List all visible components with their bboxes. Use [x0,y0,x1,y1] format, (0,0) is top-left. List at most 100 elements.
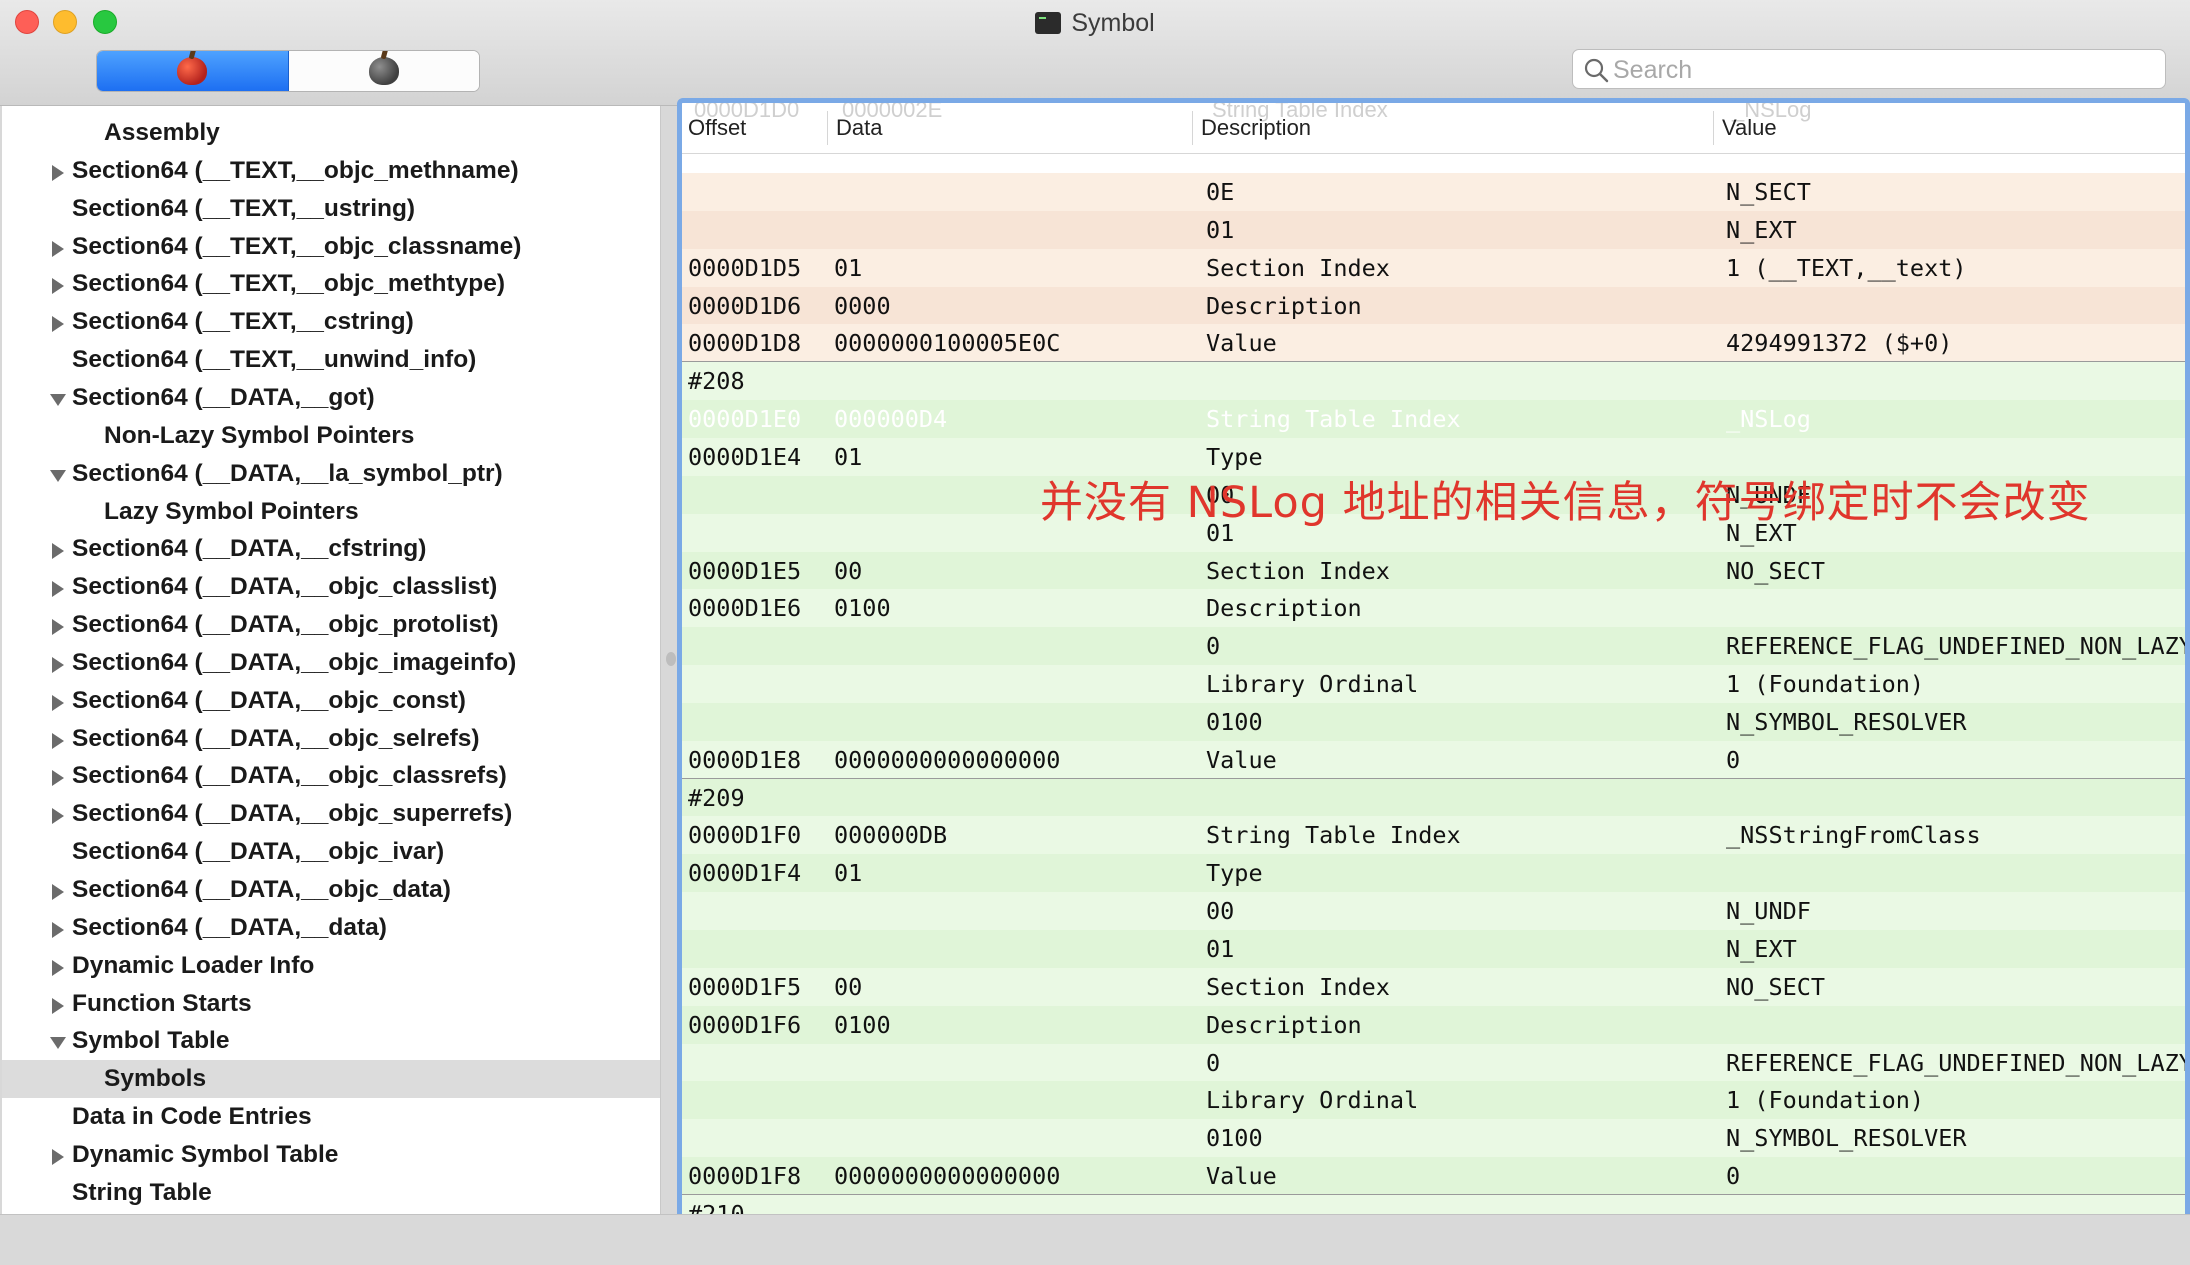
sidebar-item-label: Section64 (__DATA,__la_symbol_ptr) [72,459,503,487]
table-row[interactable]: 01 N_EXT [682,210,2185,249]
table-row[interactable]: 01 N_EXT [682,930,2185,968]
sidebar-item[interactable]: Section64 (__DATA,__objc_superrefs) [2,795,660,833]
column-header-description[interactable]: Description [1195,113,1311,143]
sidebar-item-label: Symbols [104,1065,207,1093]
sidebar-item[interactable]: Data in Code Entries [2,1098,660,1136]
table-row[interactable]: #209 [682,778,2185,817]
sidebar-item[interactable]: Symbol Table [2,1022,660,1060]
table-row[interactable]: 0000D1E0 000000D4 String Table Index _NSLog [682,400,2185,439]
segment-raw-button[interactable] [97,51,289,91]
cell-data: 0000000000000000 [834,1162,1061,1191]
sidebar-item[interactable]: Section64 (__DATA,__data) [2,909,660,947]
disclosure-collapsed-icon[interactable] [52,884,64,900]
sidebar-item[interactable]: Section64 (__DATA,__objc_classlist) [2,568,660,606]
cell-value: _NSLog [1726,405,1811,434]
column-header-value[interactable]: Value [1716,113,1777,143]
sidebar-item[interactable]: Dynamic Loader Info [2,947,660,985]
sidebar-item[interactable]: Section64 (__TEXT,__unwind_info) [2,341,660,379]
sidebar-item[interactable]: Section64 (__DATA,__objc_data) [2,871,660,909]
sidebar-item[interactable]: Section64 (__DATA,__got) [2,379,660,417]
table-row[interactable]: 0100 N_SYMBOL_RESOLVER [682,1119,2185,1158]
sidebar-item-label: Function Starts [72,989,252,1017]
table-row[interactable]: 0100 N_SYMBOL_RESOLVER [682,702,2185,741]
sidebar-item[interactable]: Lazy Symbol Pointers [2,493,660,531]
sidebar-item[interactable]: Section64 (__TEXT,__objc_methtype) [2,265,660,303]
sidebar-item[interactable]: Assembly [2,114,660,152]
disclosure-collapsed-icon[interactable] [52,921,64,938]
disclosure-collapsed-icon[interactable] [52,240,64,257]
disclosure-collapsed-icon[interactable] [52,959,64,976]
table-row[interactable]: 0000D1D5 01 Section Index 1 (__TEXT,__text) [682,248,2185,287]
disclosure-collapsed-icon[interactable] [52,164,64,181]
cell-desc: String Table Index [1206,821,1461,850]
segment-rva-button[interactable] [288,51,479,91]
sidebar-item[interactable]: Dynamic Symbol Table [2,1136,660,1174]
table-row[interactable]: 0000D1E8 0000000000000000 Value 0 [682,740,2185,779]
disclosure-collapsed-icon[interactable] [52,656,64,673]
sidebar-item[interactable]: Section64 (__DATA,__objc_classrefs) [2,757,660,795]
table-row[interactable]: 0000D1E5 00 Section Index NO_SECT [682,551,2185,590]
cell-desc: 0100 [1206,707,1263,736]
disclosure-collapsed-icon[interactable] [52,278,64,295]
sidebar-item[interactable]: Non-Lazy Symbol Pointers [2,417,660,455]
sidebar-item[interactable]: Section64 (__TEXT,__cstring) [2,303,660,341]
column-separator[interactable] [1192,111,1193,145]
disclosure-collapsed-icon[interactable] [52,1148,64,1165]
sidebar-item[interactable]: Function Starts [2,985,660,1023]
disclosure-collapsed-icon[interactable] [52,770,64,787]
table-row[interactable]: 0000D1F4 01 Type [682,854,2185,893]
cell-value: N_EXT [1726,215,1797,244]
sidebar-item[interactable]: String Table [2,1174,660,1212]
table-row[interactable]: 0000D1F0 000000DB String Table Index _NSStr… [682,816,2185,855]
column-separator[interactable] [827,111,828,145]
disclosure-collapsed-icon[interactable] [52,581,64,598]
disclosure-expanded-icon[interactable] [50,1037,66,1050]
disclosure-collapsed-icon[interactable] [52,543,64,560]
table-row[interactable]: 0000D1D6 0000 Description [682,286,2185,325]
disclosure-expanded-icon[interactable] [50,393,66,406]
sidebar-item-label: Non-Lazy Symbol Pointers [104,421,415,449]
sidebar-item[interactable]: Section64 (__DATA,__objc_imageinfo) [2,644,660,682]
table-row[interactable]: 0000D1F5 00 Section Index NO_SECT [682,967,2185,1006]
disclosure-collapsed-icon[interactable] [52,316,64,333]
table-row[interactable]: 0000D1D8 0000000100005E0C Value 4294991372 … [682,324,2185,363]
disclosure-expanded-icon[interactable] [50,469,66,482]
sidebar-item[interactable]: Section64 (__TEXT,__objc_classname) [2,228,660,266]
sidebar-item[interactable]: Section64 (__DATA,__objc_selrefs) [2,720,660,758]
table-row[interactable]: 0000D1F8 0000000000000000 Value 0 [682,1157,2185,1196]
cell-value: NO_SECT [1726,556,1826,585]
disclosure-collapsed-icon[interactable] [52,694,64,711]
cell-value: N_SECT [1726,178,1811,206]
table-row[interactable]: 0 REFERENCE_FLAG_UNDEFINED_NON_LAZY [682,627,2185,666]
table-row[interactable]: 00 N_UNDF [682,892,2185,931]
disclosure-collapsed-icon[interactable] [52,619,64,636]
sidebar-item[interactable]: Section64 (__DATA,__la_symbol_ptr) [2,455,660,493]
sidebar-item[interactable]: Section64 (__DATA,__objc_ivar) [2,833,660,871]
sidebar-item[interactable]: Section64 (__DATA,__cfstring) [2,530,660,568]
column-header-data[interactable]: Data [830,113,882,143]
cell-desc: Library Ordinal [1206,670,1419,699]
disclosure-collapsed-icon[interactable] [52,808,64,825]
sidebar-item[interactable]: Section64 (__DATA,__objc_protolist) [2,606,660,644]
column-separator[interactable] [1713,111,1714,145]
table-row[interactable]: Library Ordinal 1 (Foundation) [682,665,2185,704]
table-row[interactable]: 0 REFERENCE_FLAG_UNDEFINED_NON_LAZY [682,1043,2185,1082]
sidebar-item[interactable]: Section64 (__TEXT,__objc_methname) [2,152,660,190]
sidebar-item[interactable]: Symbols [2,1060,660,1099]
cell-value: N_UNDF [1726,897,1811,926]
cell-desc: 0E [1206,178,1235,206]
search-input[interactable] [1611,52,2155,88]
column-header-offset[interactable]: Offset [682,113,746,143]
split-view-divider-handle[interactable] [666,652,676,666]
table-row[interactable]: Library Ordinal 1 (Foundation) [682,1081,2185,1120]
sidebar-item[interactable]: Section64 (__DATA,__objc_const) [2,682,660,720]
disclosure-collapsed-icon[interactable] [52,732,64,749]
table-row[interactable]: #208 [682,362,2185,401]
cell-data: 01 [834,253,863,282]
table-row[interactable]: 0000D1E6 0100 Description [682,589,2185,628]
disclosure-collapsed-icon[interactable] [52,997,64,1014]
cell-value: N_SYMBOL_RESOLVER [1726,707,1967,736]
table-row[interactable]: 0E N_SECT [682,173,2185,211]
table-row[interactable]: 0000D1F6 0100 Description [682,1005,2185,1044]
sidebar-item[interactable]: Section64 (__TEXT,__ustring) [2,190,660,228]
